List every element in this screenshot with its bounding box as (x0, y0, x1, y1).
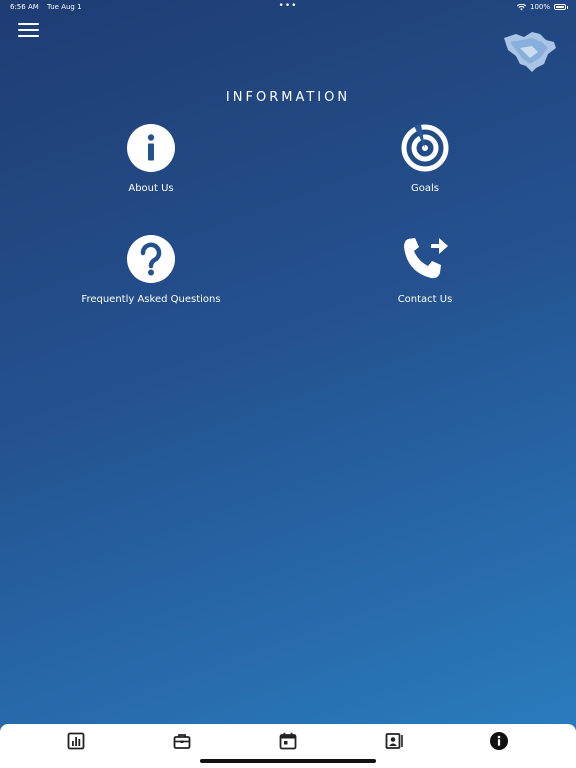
status-date: Tue Aug 1 (47, 3, 82, 11)
calendar-icon (279, 732, 297, 750)
about-us-label: About Us (128, 183, 174, 194)
state-map-logo (504, 32, 556, 72)
tab-stats[interactable] (67, 732, 85, 750)
bar-chart-icon (67, 732, 85, 750)
target-icon (401, 124, 449, 172)
question-circle-icon (127, 235, 175, 283)
contact-us-tile[interactable]: Contact Us (325, 235, 525, 305)
status-right: 100% (516, 3, 568, 11)
hamburger-menu-icon[interactable] (18, 23, 39, 39)
wifi-icon (516, 3, 526, 10)
info-circle-icon (490, 732, 508, 750)
info-circle-icon (127, 124, 175, 172)
battery-icon (554, 4, 568, 10)
tab-calendar[interactable] (279, 732, 297, 750)
status-time: 6:56 AM (10, 3, 39, 11)
goals-tile[interactable]: Goals (325, 124, 525, 194)
status-left: 6:56 AM Tue Aug 1 (10, 3, 88, 11)
page-title: INFORMATION (225, 90, 351, 105)
multitask-dots[interactable]: ••• (279, 1, 298, 11)
tab-business[interactable] (173, 732, 191, 750)
briefcase-icon (173, 734, 191, 749)
tab-contacts[interactable] (385, 732, 403, 750)
status-bar: 6:56 AM Tue Aug 1 ••• 100% (0, 0, 576, 14)
phone-forward-icon (401, 235, 449, 283)
faq-label: Frequently Asked Questions (81, 294, 221, 305)
tab-bar (0, 724, 576, 768)
home-indicator[interactable] (200, 759, 376, 763)
about-us-tile[interactable]: About Us (51, 124, 251, 194)
goals-label: Goals (411, 183, 439, 194)
battery-percent: 100% (529, 3, 550, 11)
contact-card-icon (385, 733, 403, 749)
faq-tile[interactable]: Frequently Asked Questions (51, 235, 251, 305)
tab-information[interactable] (490, 732, 508, 750)
contact-us-label: Contact Us (397, 294, 453, 305)
battery-fill (556, 6, 564, 8)
